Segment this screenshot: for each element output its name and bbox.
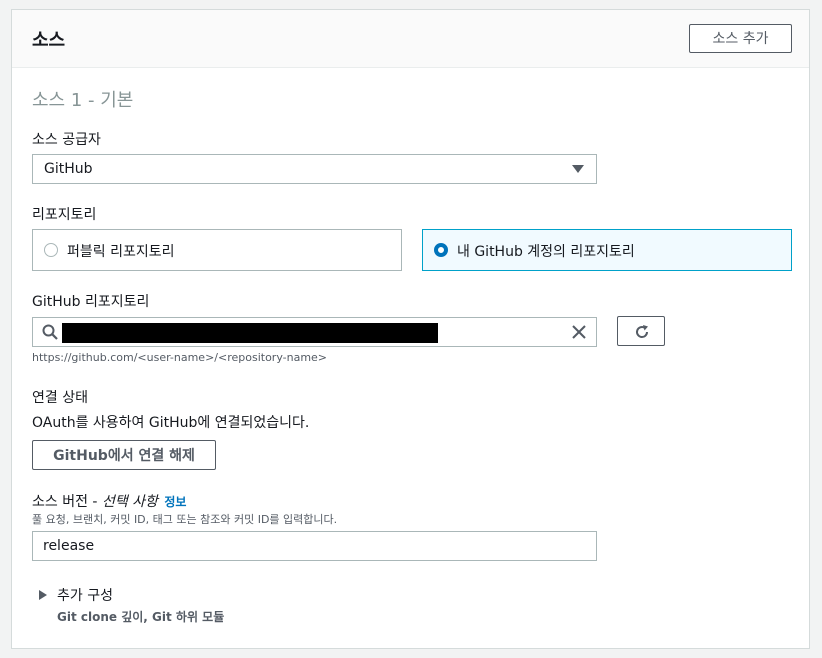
source-provider-value: GitHub bbox=[44, 161, 93, 177]
radio-public[interactable] bbox=[44, 243, 58, 257]
close-icon[interactable] bbox=[572, 325, 586, 339]
additional-config-description: Git clone 깊이, Git 하위 모듈 bbox=[57, 610, 225, 624]
connection-status-label: 연결 상태 bbox=[32, 390, 88, 406]
repository-option-public[interactable]: 퍼블릭 리포지토리 bbox=[32, 229, 402, 271]
source-panel: 소스 소스 추가 소스 1 - 기본 소스 공급자 GitHub 리포지토리 퍼… bbox=[11, 9, 810, 649]
search-icon bbox=[42, 324, 58, 340]
repository-label: 리포지토리 bbox=[32, 207, 97, 223]
source-version-input[interactable]: release bbox=[32, 531, 597, 561]
source-provider-select[interactable]: GitHub bbox=[32, 154, 597, 184]
repository-option-my-account-label: 내 GitHub 계정의 리포지토리 bbox=[457, 244, 635, 260]
repository-option-my-account[interactable]: 내 GitHub 계정의 리포지토리 bbox=[422, 229, 792, 271]
refresh-icon bbox=[636, 325, 649, 338]
source-version-label: 소스 버전 - 선택 사항 정보 bbox=[32, 491, 186, 511]
section-title: 소스 1 - 기본 bbox=[32, 90, 134, 111]
redacted-repository-name bbox=[62, 323, 438, 343]
panel-title: 소스 bbox=[32, 30, 66, 51]
repository-option-public-label: 퍼블릭 리포지토리 bbox=[67, 244, 175, 260]
connection-status-text: OAuth를 사용하여 GitHub에 연결되었습니다. bbox=[32, 415, 310, 431]
github-repo-label: GitHub 리포지토리 bbox=[32, 294, 150, 310]
additional-config-toggle[interactable]: 추가 구성 bbox=[57, 585, 113, 605]
info-link[interactable]: 정보 bbox=[164, 495, 186, 509]
caret-down-icon bbox=[572, 165, 584, 173]
github-repo-search-input[interactable] bbox=[32, 317, 597, 347]
source-provider-label: 소스 공급자 bbox=[32, 132, 101, 148]
optional-text: 선택 사항 bbox=[101, 494, 158, 510]
disconnect-github-button[interactable]: GitHub에서 연결 해제 bbox=[32, 440, 216, 470]
panel-header: 소스 소스 추가 bbox=[12, 10, 809, 68]
source-version-label-text: 소스 버전 - bbox=[32, 494, 102, 510]
add-source-button[interactable]: 소스 추가 bbox=[689, 24, 792, 53]
refresh-button[interactable] bbox=[617, 316, 665, 346]
radio-my-account[interactable] bbox=[434, 243, 448, 257]
caret-right-icon[interactable] bbox=[39, 590, 47, 600]
source-version-hint: 풀 요청, 브랜치, 커밋 ID, 태그 또는 참조와 커밋 ID를 입력합니다… bbox=[32, 513, 338, 526]
github-repo-hint: https://github.com/<user-name>/<reposito… bbox=[32, 351, 328, 364]
